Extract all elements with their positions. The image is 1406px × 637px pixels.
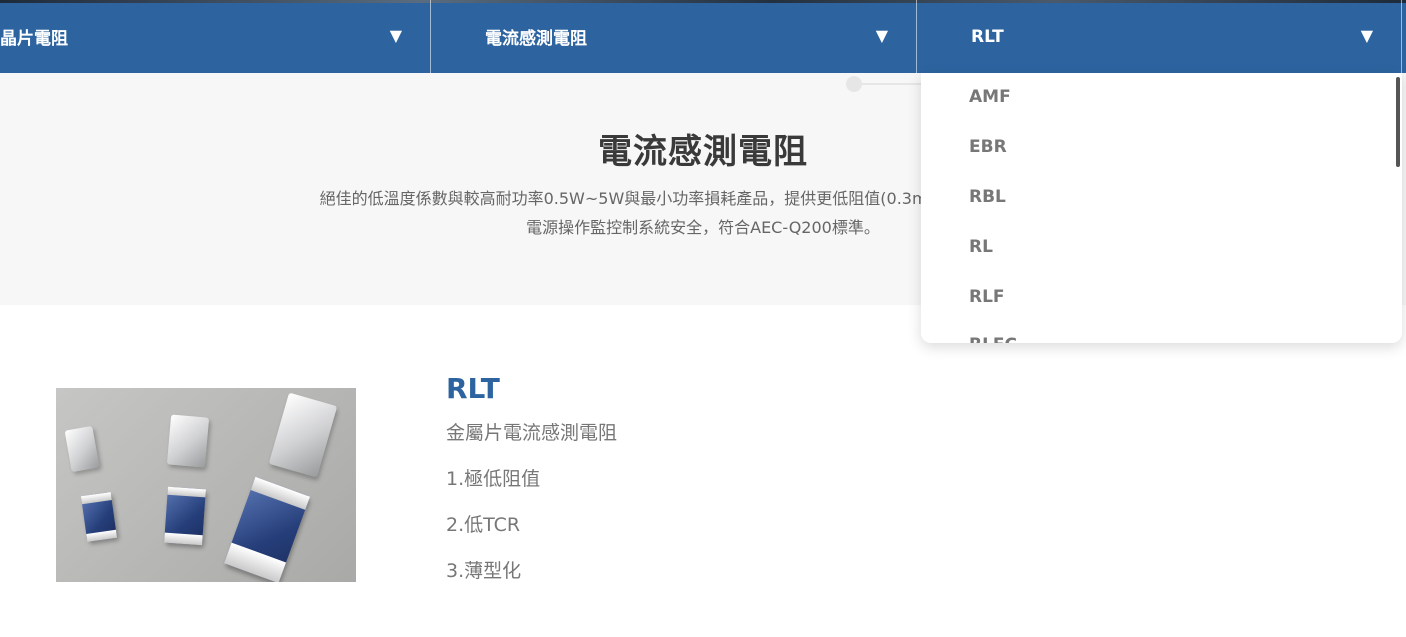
top-nav-bar: 晶片電阻 ▼ 電流感測電阻 ▼ RLT ▼	[0, 0, 1406, 73]
product-image	[56, 388, 356, 582]
product-dropdown-menu: AMF EBR RBL RL RLF RLFC	[921, 73, 1402, 343]
dropdown-option-rbl[interactable]: RBL	[969, 187, 1006, 207]
resistor-chip	[268, 392, 338, 478]
chevron-down-icon[interactable]: ▼	[390, 26, 402, 45]
resistor-chip	[64, 425, 100, 473]
nav-tab-label: 晶片電阻	[0, 29, 68, 49]
product-feature: 3.薄型化	[446, 560, 522, 582]
nav-tab-product-select[interactable]: RLT ▼	[916, 0, 1402, 73]
chevron-down-icon[interactable]: ▼	[876, 26, 888, 45]
product-subtitle: 金屬片電流感測電阻	[446, 422, 618, 444]
dropdown-option-rlfc[interactable]: RLFC	[969, 335, 1017, 343]
dropdown-option-rlf[interactable]: RLF	[969, 287, 1005, 307]
resistor-chip	[164, 486, 206, 546]
nav-tab-label: RLT	[971, 26, 1004, 47]
dropdown-option-rl[interactable]: RL	[969, 237, 993, 257]
dropdown-option-amf[interactable]: AMF	[969, 87, 1011, 107]
dropdown-option-ebr[interactable]: EBR	[969, 137, 1007, 157]
resistor-chip	[166, 414, 210, 468]
chevron-down-icon[interactable]: ▼	[1361, 26, 1373, 45]
nav-tab-current-sensing[interactable]: 電流感測電阻 ▼	[430, 0, 916, 73]
product-name[interactable]: RLT	[446, 372, 500, 405]
resistor-chip	[224, 476, 310, 582]
resistor-chip	[80, 492, 118, 542]
nav-tab-label: 電流感測電阻	[485, 29, 587, 49]
product-feature: 1.極低阻值	[446, 468, 541, 490]
product-feature: 2.低TCR	[446, 514, 521, 536]
dropdown-scrollbar[interactable]	[1396, 77, 1400, 167]
nav-tab-chip-resistor[interactable]: 晶片電阻 ▼	[0, 0, 430, 73]
